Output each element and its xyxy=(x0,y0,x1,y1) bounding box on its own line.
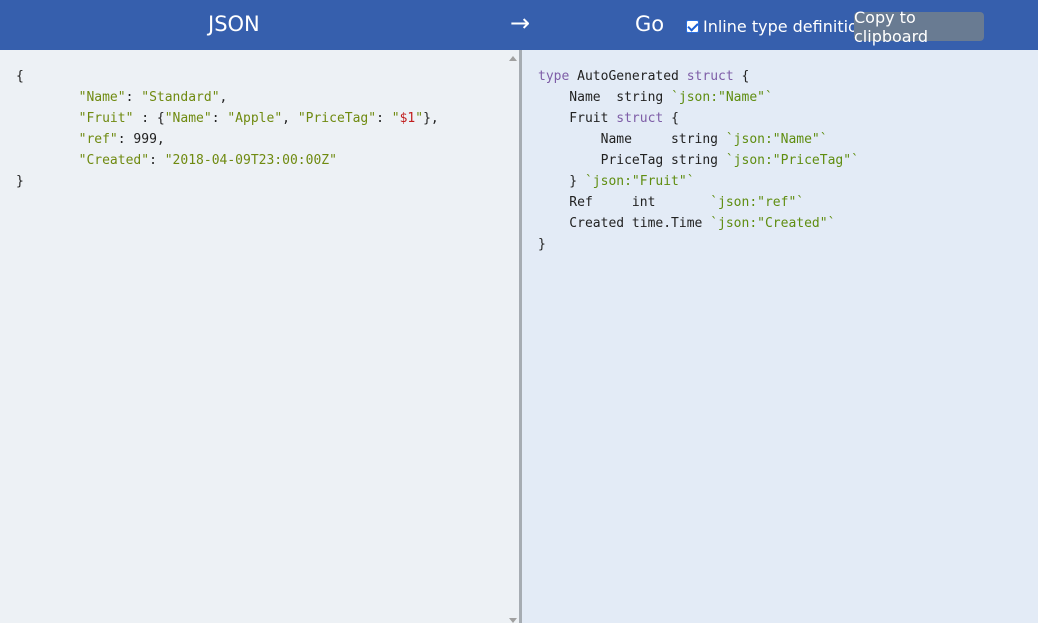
json-code-line: "Fruit" : {"Name": "Apple", "PriceTag": … xyxy=(16,108,439,129)
code-token: : xyxy=(125,90,142,105)
go-pane-title: Go xyxy=(635,12,665,36)
scroll-down-icon[interactable] xyxy=(509,618,517,623)
go-output-scrollbar[interactable] xyxy=(1026,50,1038,623)
code-token: : xyxy=(376,111,392,126)
go-code: type AutoGenerated struct { Name string … xyxy=(538,66,859,255)
code-token: " xyxy=(391,111,400,126)
scroll-up-icon[interactable] xyxy=(509,56,517,61)
go-output-panel[interactable]: type AutoGenerated struct { Name string … xyxy=(522,50,1038,623)
code-token: Fruit xyxy=(538,111,617,126)
code-token: "Name" xyxy=(164,111,212,126)
code-token: "Name" xyxy=(78,90,126,105)
code-token: { xyxy=(663,111,679,126)
go-code-line: PriceTag string `json:"PriceTag"` xyxy=(538,150,859,171)
code-token: struct xyxy=(686,69,734,84)
code-token: "Standard" xyxy=(141,90,220,105)
code-token: { xyxy=(16,69,24,84)
code-token: , xyxy=(219,90,228,105)
code-token: Ref int xyxy=(538,195,711,210)
json-editor-scrollbar[interactable] xyxy=(507,50,519,623)
code-token: $1 xyxy=(399,111,416,126)
code-token: Name string xyxy=(538,90,672,105)
json-code-line: } xyxy=(16,171,439,192)
go-code-line: Name string `json:"Name"` xyxy=(538,87,859,108)
inline-type-definitions-checkbox[interactable] xyxy=(686,19,699,33)
code-token: : 999, xyxy=(117,132,165,147)
app-header: JSON → Go Inline type definitions Copy t… xyxy=(0,0,1038,50)
code-token: : xyxy=(211,111,228,126)
code-token: `json:"Name"` xyxy=(671,90,773,105)
go-code-line: } xyxy=(538,234,859,255)
arrow-right-icon: → xyxy=(510,9,531,37)
code-token: Name string xyxy=(538,132,726,147)
copy-to-clipboard-button[interactable]: Copy to clipboard xyxy=(854,8,984,46)
code-token: AutoGenerated xyxy=(569,69,687,84)
code-token: } xyxy=(538,237,546,252)
code-token: "Created" xyxy=(78,153,150,168)
code-token: } xyxy=(538,174,585,189)
json-code-line: "Name": "Standard", xyxy=(16,87,439,108)
go-code-line: Ref int `json:"ref"` xyxy=(538,192,859,213)
code-token: PriceTag string xyxy=(538,153,726,168)
code-token: } xyxy=(16,174,24,189)
code-token: type xyxy=(538,69,570,84)
code-token: " xyxy=(415,111,424,126)
json-code-line: { xyxy=(16,66,439,87)
json-code-line: "Created": "2018-04-09T23:00:00Z" xyxy=(16,150,439,171)
code-token: `json:"ref"` xyxy=(710,195,805,210)
code-token: "Apple" xyxy=(227,111,283,126)
code-token: }, xyxy=(423,111,439,126)
code-token: Created time.Time xyxy=(538,216,711,231)
inline-type-definitions-option[interactable]: Inline type definitions xyxy=(686,16,877,36)
code-token: `json:"Name"` xyxy=(725,132,828,147)
go-code-line: Name string `json:"Name"` xyxy=(538,129,859,150)
code-token: `json:"PriceTag"` xyxy=(725,153,859,168)
code-token: struct xyxy=(616,111,664,126)
code-token: `json:"Created"` xyxy=(710,216,836,231)
go-code-line: } `json:"Fruit"` xyxy=(538,171,859,192)
go-code-line: Fruit struct { xyxy=(538,108,859,129)
json-code: { "Name": "Standard", "Fruit" : {"Name":… xyxy=(16,66,439,192)
json-code-line: "ref": 999, xyxy=(16,129,439,150)
code-token: "ref" xyxy=(78,132,118,147)
code-token: "Fruit" xyxy=(78,111,134,126)
code-token: { xyxy=(733,69,750,84)
go-code-line: Created time.Time `json:"Created"` xyxy=(538,213,859,234)
json-pane-title: JSON xyxy=(208,12,260,36)
code-token: , xyxy=(282,111,298,126)
code-token: "2018-04-09T23:00:00Z" xyxy=(164,153,337,168)
code-token: : { xyxy=(133,111,165,126)
code-token: `json:"Fruit"` xyxy=(584,174,695,189)
go-code-line: type AutoGenerated struct { xyxy=(538,66,859,87)
code-token: : xyxy=(149,153,165,168)
code-token: "PriceTag" xyxy=(297,111,377,126)
inline-type-definitions-label: Inline type definitions xyxy=(703,16,877,36)
json-input-editor[interactable]: { "Name": "Standard", "Fruit" : {"Name":… xyxy=(0,50,519,623)
